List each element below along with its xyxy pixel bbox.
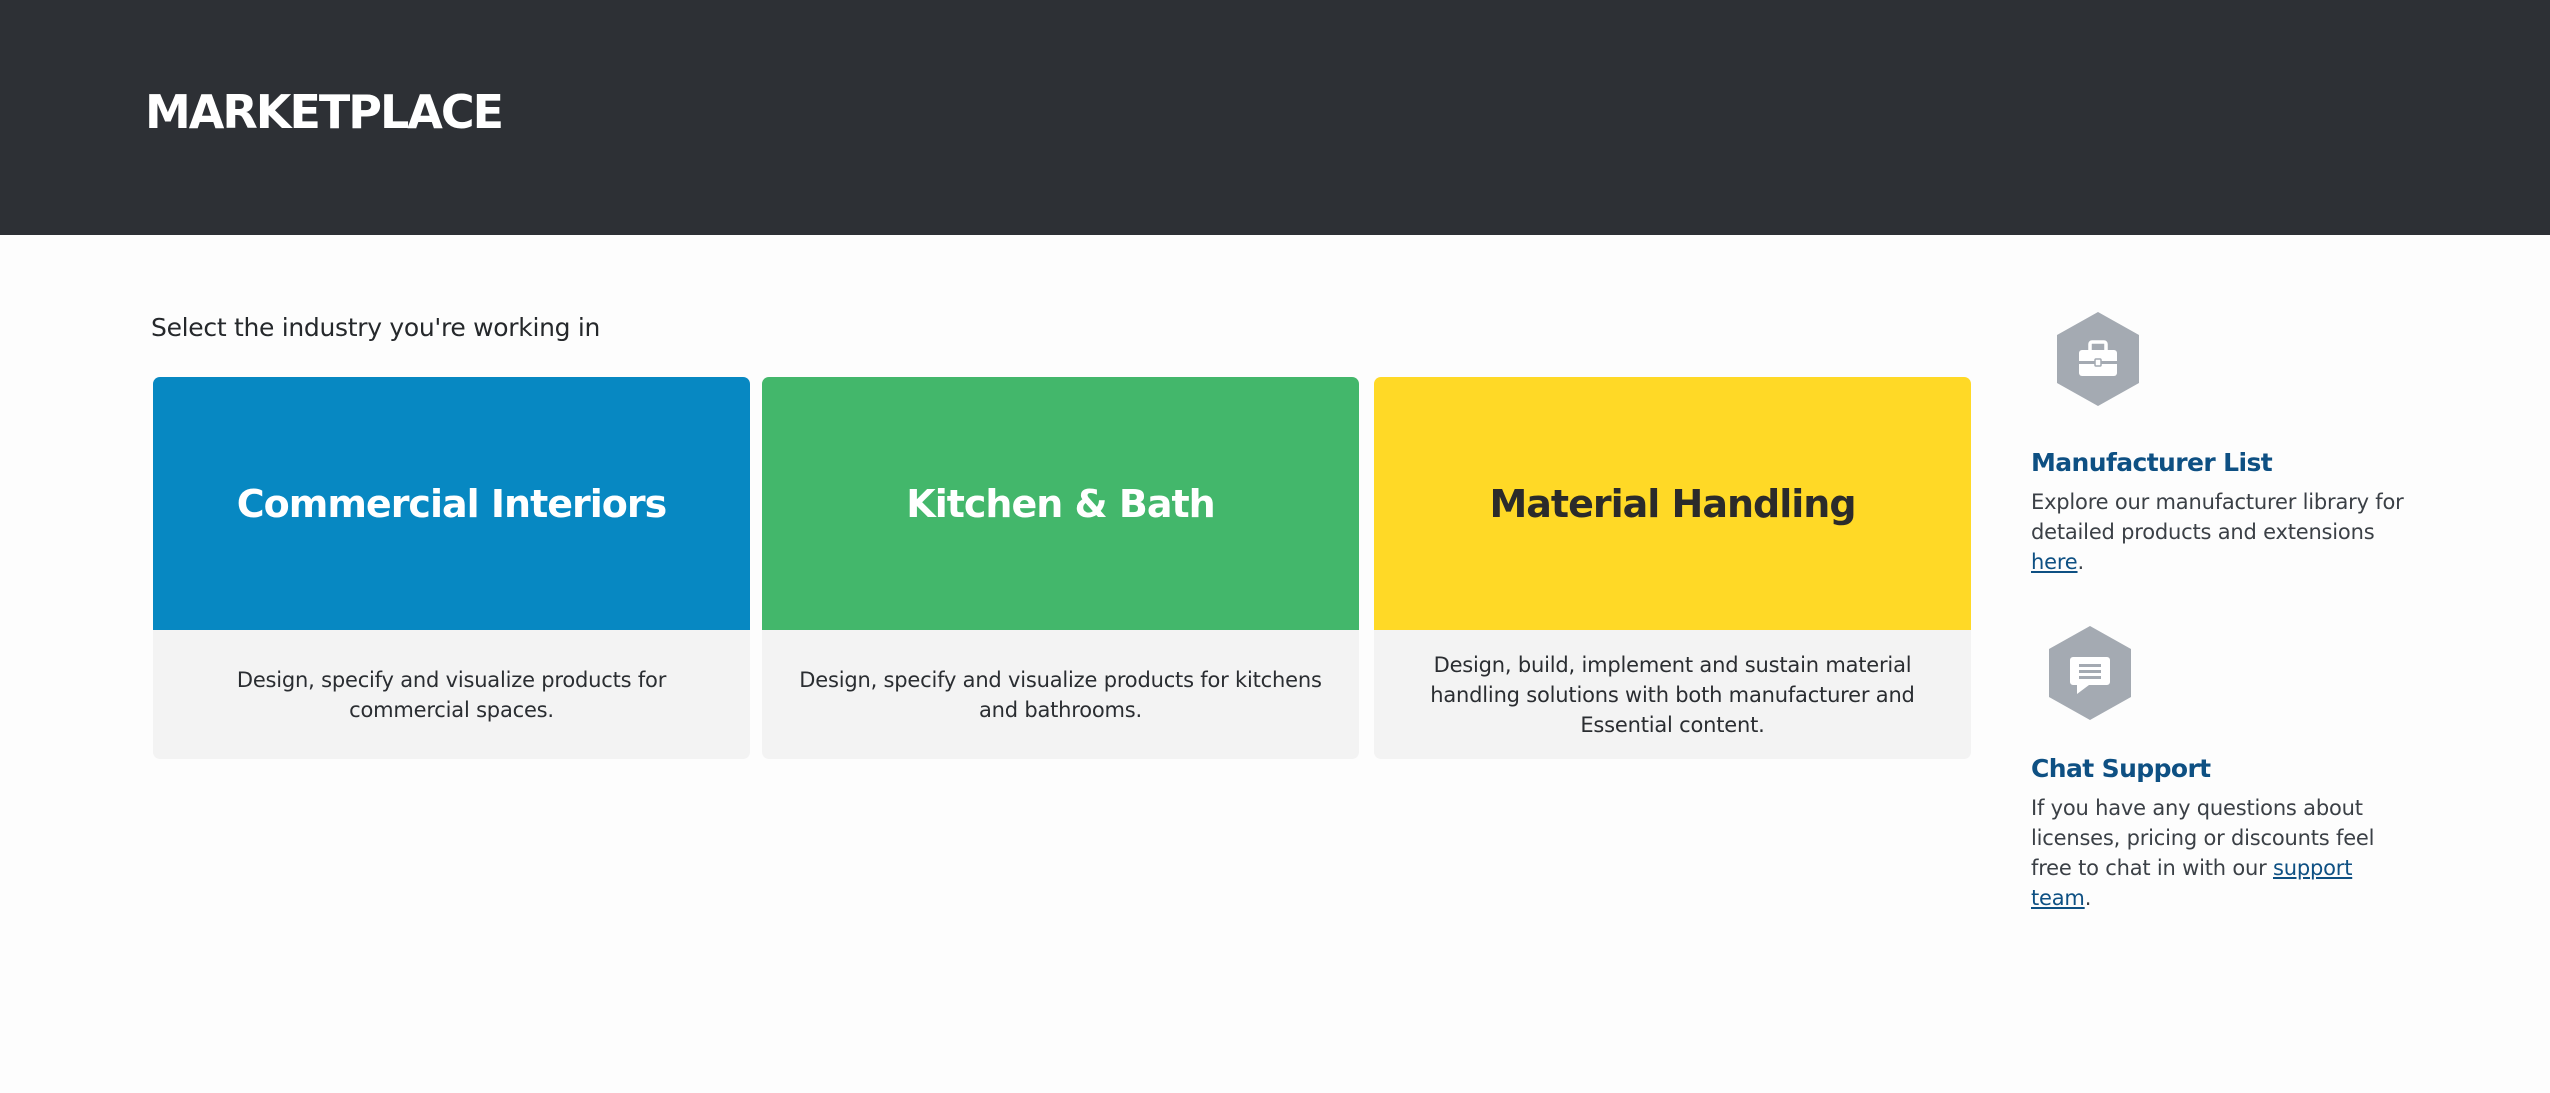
manufacturer-list-heading[interactable]: Manufacturer List	[2031, 447, 2273, 479]
chat-support-heading[interactable]: Chat Support	[2031, 753, 2211, 785]
card-commercial-interiors[interactable]: Commercial Interiors Design, specify and…	[153, 377, 750, 759]
period: .	[2077, 550, 2085, 574]
card-description: Design, build, implement and sustain mat…	[1430, 652, 1915, 737]
manufacturer-list-text: Explore our manufacturer library for det…	[2031, 487, 2411, 577]
chat-support-text: If you have any questions about licenses…	[2031, 793, 2411, 913]
card-material-handling[interactable]: Material Handling Design, build, impleme…	[1374, 377, 1971, 759]
card-banner[interactable]: Commercial Interiors	[153, 377, 750, 630]
card-description: Design, specify and visualize products f…	[799, 667, 1322, 722]
toolbox-icon	[2055, 310, 2141, 408]
industry-prompt: Select the industry you're working in	[151, 313, 601, 342]
chat-icon	[2047, 624, 2133, 722]
card-banner[interactable]: Kitchen & Bath	[762, 377, 1359, 630]
manufacturer-list-description: Explore our manufacturer library for det…	[2031, 490, 2404, 544]
card-description: Design, specify and visualize products f…	[236, 667, 667, 722]
card-kitchen-bath[interactable]: Kitchen & Bath Design, specify and visua…	[762, 377, 1359, 759]
page-header: MARKETPLACE	[0, 0, 2550, 235]
page-title: MARKETPLACE	[145, 85, 504, 139]
period: .	[2084, 886, 2092, 910]
card-title: Kitchen & Bath	[906, 481, 1215, 526]
manufacturer-list-link[interactable]: here	[2031, 550, 2078, 574]
card-title: Commercial Interiors	[236, 481, 668, 526]
card-title: Material Handling	[1489, 481, 1856, 526]
card-banner[interactable]: Material Handling	[1374, 377, 1971, 630]
